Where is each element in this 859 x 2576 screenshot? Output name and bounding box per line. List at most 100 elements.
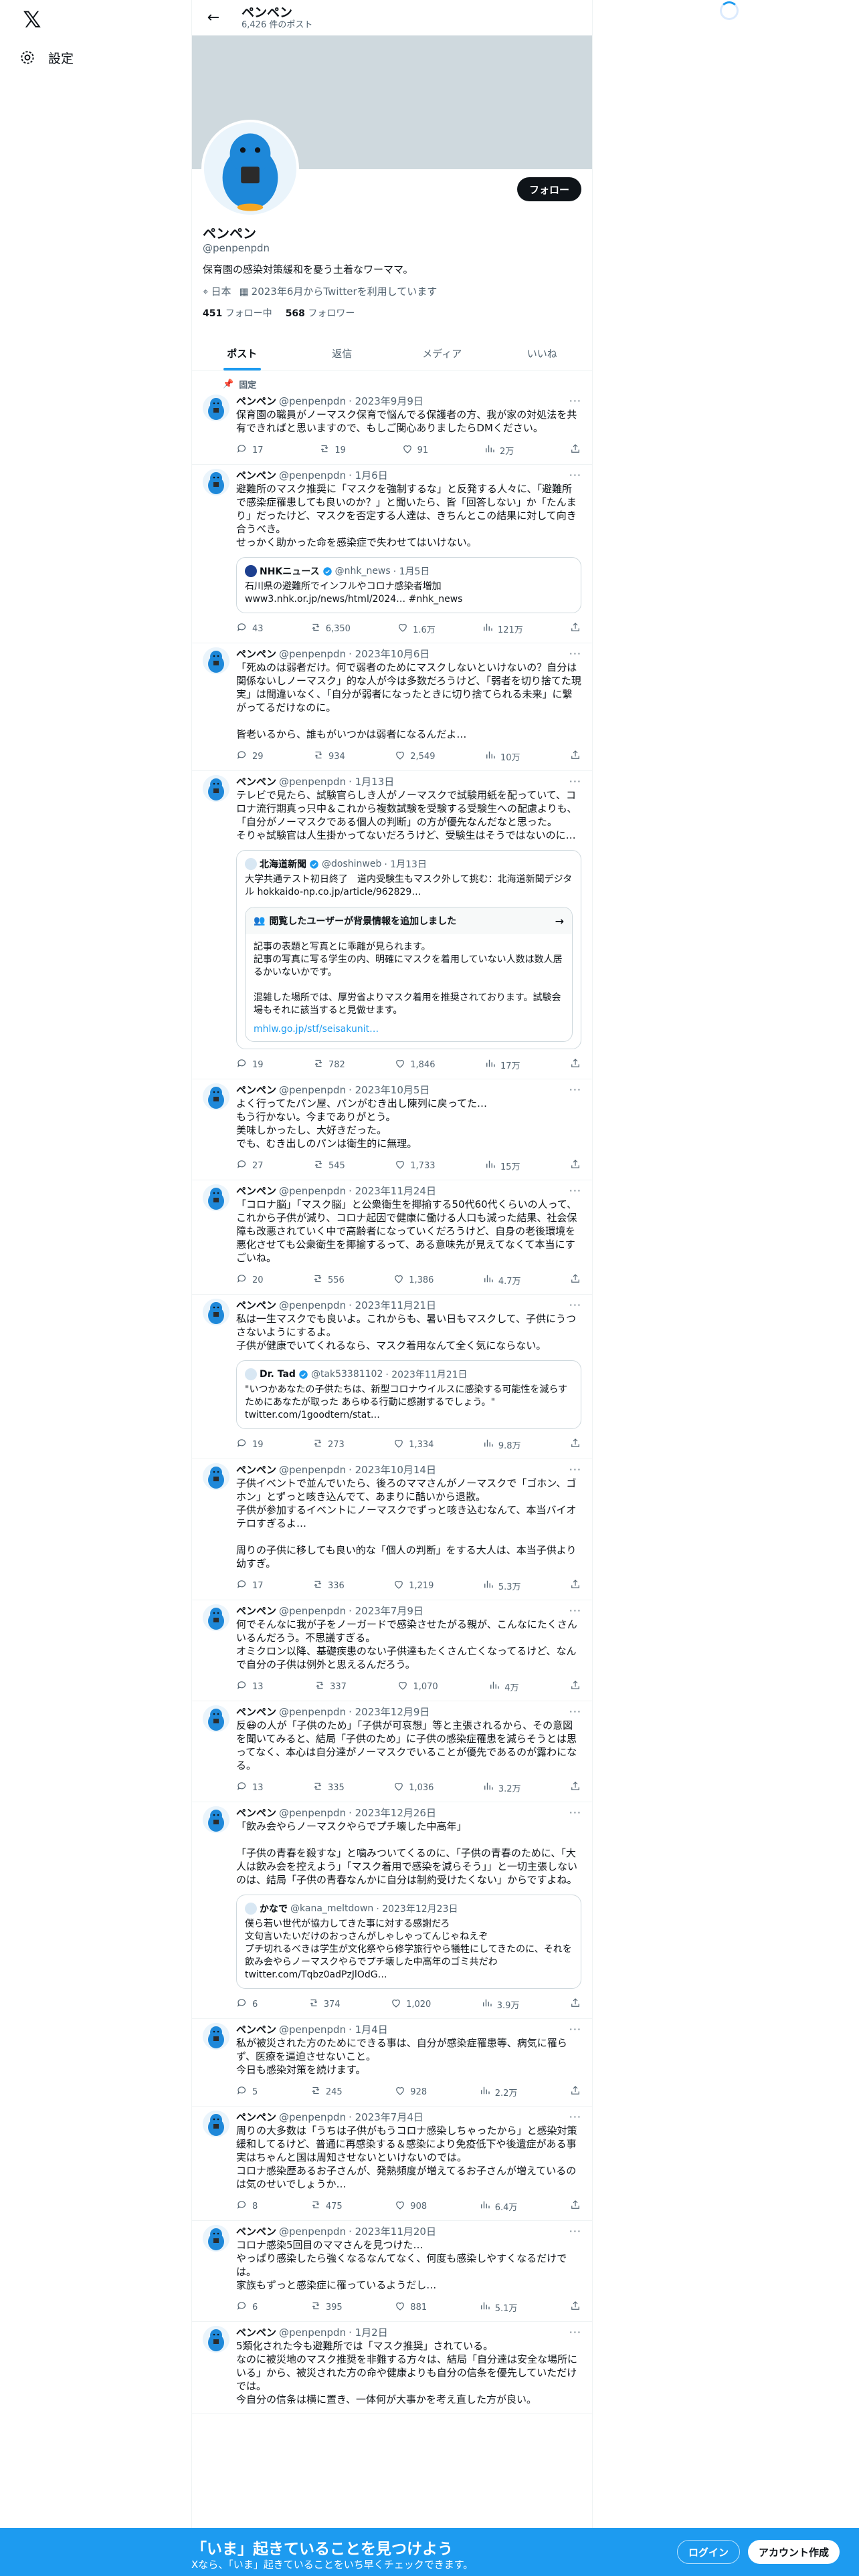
- tweet-item[interactable]: ペンペン @penpenpdn · 2023年10月14日 ··· 子供イベントで並んで…: [192, 1459, 592, 1600]
- views-button[interactable]: 5.1万: [479, 2300, 517, 2315]
- tweet-author-name[interactable]: ペンペン: [236, 1299, 276, 1312]
- reply-button[interactable]: 17: [236, 1578, 264, 1593]
- tweet-item[interactable]: ペンペン @penpenpdn · 2023年11月21日 ··· 私は一生マスクでも良…: [192, 1295, 592, 1459]
- share-button[interactable]: [569, 443, 581, 457]
- tweet-author-handle[interactable]: @penpenpdn: [279, 1705, 346, 1719]
- more-options-icon[interactable]: ···: [569, 2225, 581, 2238]
- tweet-date[interactable]: · 2023年9月9日: [349, 395, 423, 408]
- tweet-avatar[interactable]: [203, 2111, 229, 2137]
- more-options-icon[interactable]: ···: [569, 1299, 581, 1312]
- tweet-author-handle[interactable]: @penpenpdn: [279, 775, 346, 788]
- reply-button[interactable]: 27: [236, 1158, 264, 1173]
- like-button[interactable]: 1,036: [393, 1780, 434, 1795]
- share-button[interactable]: [569, 1437, 581, 1452]
- views-button[interactable]: 15万: [484, 1158, 520, 1173]
- views-button[interactable]: 3.2万: [482, 1780, 521, 1795]
- more-options-icon[interactable]: ···: [569, 1806, 581, 1820]
- x-logo-icon[interactable]: 𝕏: [19, 7, 45, 33]
- tweet-author-handle[interactable]: @penpenpdn: [279, 1184, 346, 1198]
- tweet-item[interactable]: ペンペン @penpenpdn · 1月4日 ··· 私が被災された方のためにできる事は…: [192, 2019, 592, 2107]
- reply-button[interactable]: 13: [236, 1679, 264, 1694]
- reply-button[interactable]: 29: [236, 749, 264, 764]
- like-button[interactable]: 1,334: [393, 1437, 434, 1452]
- share-button[interactable]: [569, 1158, 581, 1173]
- views-button[interactable]: 2.2万: [479, 2084, 517, 2099]
- back-arrow-icon[interactable]: ←: [201, 6, 225, 30]
- more-options-icon[interactable]: ···: [569, 1083, 581, 1097]
- tweet-item[interactable]: ペンペン @penpenpdn · 2023年9月9日 ··· 保育園の職員がノーマスク…: [192, 391, 592, 465]
- repost-button[interactable]: 19: [318, 443, 346, 457]
- tweet-avatar[interactable]: [203, 1083, 229, 1110]
- tweet-author-handle[interactable]: @penpenpdn: [279, 2326, 346, 2339]
- tweet-author-handle[interactable]: @penpenpdn: [279, 1604, 346, 1618]
- tweet-item[interactable]: ペンペン @penpenpdn · 1月2日 ··· 5類化された今も避難所では「マスク…: [192, 2322, 592, 2413]
- tweet-item[interactable]: ペンペン @penpenpdn · 2023年11月24日 ··· 「コロナ脳」「マスク…: [192, 1180, 592, 1295]
- following-link[interactable]: 451 フォロー中: [203, 306, 272, 320]
- tab-posts[interactable]: ポスト: [192, 336, 292, 370]
- reply-button[interactable]: 19: [236, 1057, 264, 1072]
- tweet-avatar[interactable]: [203, 2225, 229, 2252]
- reply-button[interactable]: 20: [236, 1273, 264, 1287]
- tab-likes[interactable]: いいね: [492, 336, 593, 370]
- follow-button[interactable]: フォロー: [516, 177, 581, 201]
- tweet-author-handle[interactable]: @penpenpdn: [279, 469, 346, 482]
- more-options-icon[interactable]: ···: [569, 2111, 581, 2124]
- repost-button[interactable]: 6,350: [310, 621, 351, 636]
- tweet-date[interactable]: · 2023年12月9日: [349, 1705, 430, 1719]
- nav-settings[interactable]: 設定: [19, 44, 83, 71]
- tweet-date[interactable]: · 2023年11月24日: [349, 1184, 436, 1198]
- repost-button[interactable]: 245: [310, 2084, 343, 2099]
- views-button[interactable]: 9.8万: [482, 1437, 521, 1452]
- like-button[interactable]: 881: [394, 2300, 427, 2315]
- tweet-author-name[interactable]: ペンペン: [236, 1083, 276, 1097]
- quoted-tweet[interactable]: 北海道新聞 @doshinweb · 1月13日 大学共通テスト初日終了 道内受験生も…: [236, 850, 581, 1049]
- tweet-date[interactable]: · 1月2日: [349, 2326, 388, 2339]
- like-button[interactable]: 1,070: [397, 1679, 438, 1694]
- share-button[interactable]: [569, 1997, 581, 2012]
- tab-media[interactable]: メディア: [392, 336, 492, 370]
- tweet-author-handle[interactable]: @penpenpdn: [279, 2225, 346, 2238]
- more-options-icon[interactable]: ···: [569, 1604, 581, 1618]
- share-button[interactable]: [569, 2300, 581, 2315]
- repost-button[interactable]: 395: [310, 2300, 343, 2315]
- arrow-right-icon[interactable]: →: [555, 915, 564, 928]
- like-button[interactable]: 2,549: [394, 749, 436, 764]
- signup-button[interactable]: アカウント作成: [748, 2540, 840, 2564]
- share-button[interactable]: [569, 2084, 581, 2099]
- reply-button[interactable]: 43: [236, 621, 264, 636]
- tweet-item[interactable]: ペンペン @penpenpdn · 2023年10月6日 ··· 「死ぬのは弱者だけ。何…: [192, 643, 592, 771]
- reply-button[interactable]: 17: [236, 443, 264, 457]
- more-options-icon[interactable]: ···: [569, 1463, 581, 1477]
- views-button[interactable]: 3.9万: [481, 1997, 519, 2012]
- tweet-avatar[interactable]: [203, 1184, 229, 1211]
- tweet-item[interactable]: ペンペン @penpenpdn · 2023年12月9日 ··· 反😷の人が「子供のため…: [192, 1701, 592, 1802]
- views-button[interactable]: 6.4万: [479, 2199, 517, 2214]
- tweet-avatar[interactable]: [203, 1705, 229, 1732]
- tweet-author-name[interactable]: ペンペン: [236, 2326, 276, 2339]
- more-options-icon[interactable]: ···: [569, 2023, 581, 2036]
- like-button[interactable]: 908: [394, 2199, 427, 2214]
- reply-button[interactable]: 19: [236, 1437, 264, 1452]
- share-button[interactable]: [569, 2199, 581, 2214]
- tweet-avatar[interactable]: [203, 469, 229, 496]
- tweet-item[interactable]: ペンペン @penpenpdn · 2023年7月9日 ··· 何でそんなに我が子をノー…: [192, 1600, 592, 1701]
- followers-link[interactable]: 568 フォロワー: [286, 306, 355, 320]
- like-button[interactable]: 1,733: [394, 1158, 436, 1173]
- tweet-author-name[interactable]: ペンペン: [236, 2023, 276, 2036]
- quoted-tweet[interactable]: Dr. Tad @tak53381102 · 2023年11月21日 "いつかあなたの…: [236, 1360, 581, 1429]
- views-button[interactable]: 5.3万: [482, 1578, 521, 1593]
- tweet-item[interactable]: ペンペン @penpenpdn · 1月6日 ··· 避難所のマスク推奨に「マスクを強制…: [192, 465, 592, 643]
- more-options-icon[interactable]: ···: [569, 1705, 581, 1719]
- tweet-author-handle[interactable]: @penpenpdn: [279, 647, 346, 661]
- tweet-author-name[interactable]: ペンペン: [236, 1184, 276, 1198]
- tweet-avatar[interactable]: [203, 1806, 229, 1833]
- tweet-date[interactable]: · 1月4日: [349, 2023, 388, 2036]
- more-options-icon[interactable]: ···: [569, 2326, 581, 2339]
- tweet-date[interactable]: · 2023年11月21日: [349, 1299, 436, 1312]
- tweet-avatar[interactable]: [203, 2326, 229, 2353]
- tweet-item[interactable]: ペンペン @penpenpdn · 2023年12月26日 ··· 「飲み会やらノーマス…: [192, 1802, 592, 2019]
- tweet-author-name[interactable]: ペンペン: [236, 1463, 276, 1477]
- tweet-item[interactable]: ペンペン @penpenpdn · 2023年11月20日 ··· コロナ感染5回目のマ…: [192, 2221, 592, 2322]
- reply-button[interactable]: 5: [236, 2084, 258, 2099]
- repost-button[interactable]: 934: [312, 749, 345, 764]
